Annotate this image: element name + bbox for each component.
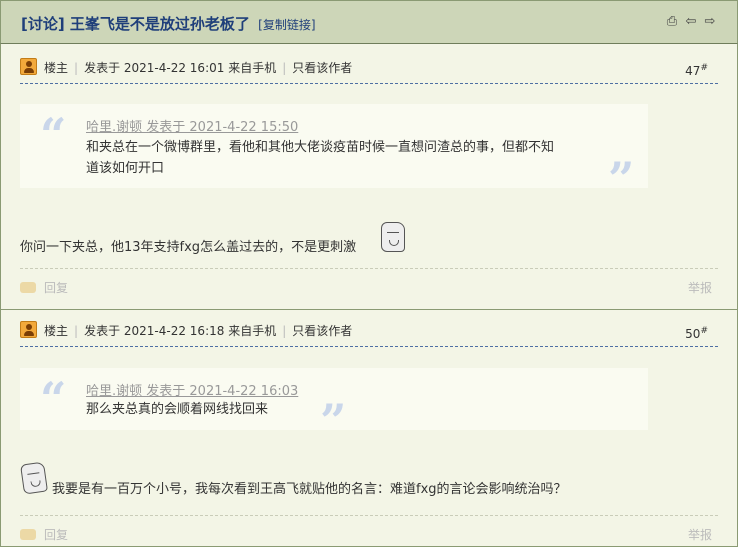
report-button[interactable]: 举报 [688,526,712,543]
sticker-face-icon [381,222,405,252]
post-source: 来自手机 [228,324,277,338]
print-icon[interactable]: ⎙ [665,15,679,29]
only-author-link[interactable]: 只看该作者 [292,324,352,338]
next-arrow-icon[interactable]: ⇨ [703,15,717,29]
reply-button[interactable]: 回复 [20,279,68,296]
post-meta: 楼主 | 发表于 2021-4-22 16:18 来自手机 | 只看该作者 50# [20,321,718,347]
meta-line: 楼主 | 发表于 2021-4-22 16:18 来自手机 | 只看该作者 [44,324,353,338]
post-time: 发表于 2021-4-22 16:18 [84,324,225,338]
copy-link[interactable]: [复制链接] [258,18,315,32]
post-50: 楼主 | 发表于 2021-4-22 16:18 来自手机 | 只看该作者 50# “ … [0,309,738,547]
quote-author[interactable]: 哈里.谢顿 发表于 2021-4-22 15:50 [86,116,298,135]
only-author-link[interactable]: 只看该作者 [292,61,352,75]
quote-block: “ ” 哈里.谢顿 发表于 2021-4-22 16:03 那么夹总真的会顺着网… [20,368,648,444]
quote-block: “ ” 哈里.谢顿 发表于 2021-4-22 15:50 和夹总在一个微博群里… [20,104,648,202]
meta-line: 楼主 | 发表于 2021-4-22 16:01 来自手机 | 只看该作者 [44,61,353,75]
quote-body: 和夹总在一个微博群里，看他和其他大佬谈疫苗时候一直想问渣总的事，但都不知道该如何… [86,140,555,176]
thread-title-text: [讨论] 王峯飞是不是放过孙老板了 [21,15,250,33]
floor-number[interactable]: 47# [685,63,708,78]
open-quote-icon: “ [40,108,67,162]
floor-number[interactable]: 50# [685,326,708,341]
thread-title: [讨论] 王峯飞是不是放过孙老板了 [复制链接] [21,13,316,34]
reply-icon [20,529,36,540]
previous-arrow-icon[interactable]: ⇦ [684,15,698,29]
post-content: 我要是有一百万个小号，我每次看到王高飞就贴他的名言：难道fxg的言论会影响统治吗… [52,482,567,497]
post-content: 你问一下夹总，他13年支持fxg怎么盖过去的，不是更刺激 [20,240,357,255]
post-time: 发表于 2021-4-22 16:01 [84,61,225,75]
quote-body: 那么夹总真的会顺着网线找回来 [86,402,269,417]
post-source: 来自手机 [228,61,277,75]
user-icon [20,58,37,75]
author-label[interactable]: 楼主 [44,61,68,75]
quote-author[interactable]: 哈里.谢顿 发表于 2021-4-22 16:03 [86,380,298,399]
post-footer: 回复 举报 [20,515,718,543]
thread-tools: ⎙ ⇦ ⇨ [665,15,717,29]
reply-button[interactable]: 回复 [20,526,68,543]
close-quote-icon: ” [608,152,635,206]
open-quote-icon: “ [40,372,67,426]
reply-icon [20,282,36,293]
user-icon [20,321,37,338]
post-footer: 回复 举报 [20,268,718,296]
post-meta: 楼主 | 发表于 2021-4-22 16:01 来自手机 | 只看该作者 47# [20,58,718,84]
author-label[interactable]: 楼主 [44,324,68,338]
sticker-face-icon [20,461,48,495]
report-button[interactable]: 举报 [688,279,712,296]
post-47: 楼主 | 发表于 2021-4-22 16:01 来自手机 | 只看该作者 47# “ … [0,44,738,308]
thread-header: [讨论] 王峯飞是不是放过孙老板了 [复制链接] ⎙ ⇦ ⇨ [0,0,738,44]
